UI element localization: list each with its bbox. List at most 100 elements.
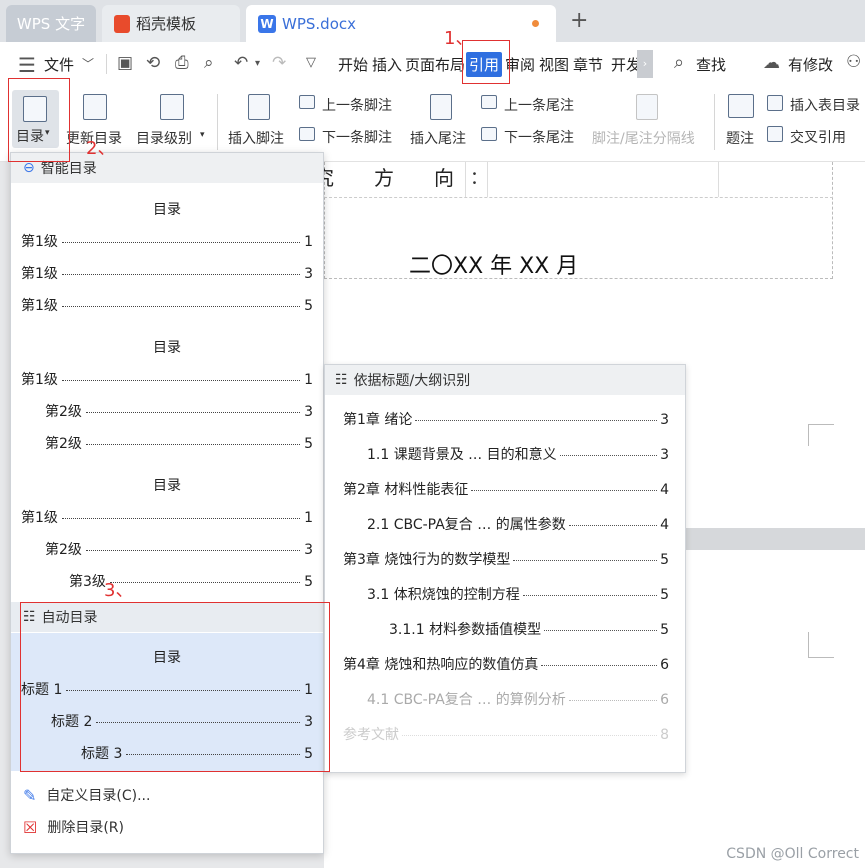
preview-row: 第1章 绪论 3 [343,412,669,428]
preview-row: 4.1 CBC-PA复合 … 的算例分析 6 [367,692,669,708]
margin-corner-mark [808,632,834,658]
prev-endnote-button[interactable]: 上一条尾注 [504,95,574,115]
preview-row: 第2章 材料性能表征 4 [343,482,669,498]
menu-row: ☰ 文件 ﹀ ▣ ⟲ ⎙ ⌕ ↶ ▾ ↷ ▽ 开始 插入 页面布局 引用 审阅 … [0,42,865,86]
smart-toc-icon: ⊖ [23,160,35,176]
more-chevron-icon[interactable]: ▽ [306,55,316,70]
annotation-step-2: 2、 [86,138,116,159]
footnote-separator-button[interactable]: 脚注/尾注分隔线 [592,128,695,148]
toc-row: 第1级 3 [21,266,313,282]
preview-row: 2.1 CBC-PA复合 … 的属性参数 4 [367,517,669,533]
insert-endnote-button[interactable]: 插入尾注 [410,128,466,148]
chevron-down-icon: ▾ [200,130,205,140]
delete-icon: ☒ [23,817,38,837]
update-toc-icon [83,94,107,120]
annotation-box-auto-toc [20,602,330,772]
search-icon[interactable]: ⌕ [674,52,684,73]
daoke-logo-icon [114,14,130,33]
toc-row: 第2级 3 [45,542,313,558]
tab-document[interactable]: W WPS.docx [246,5,556,42]
insert-table-toc-button[interactable]: 插入表目录 [790,95,860,115]
menu-developer[interactable]: 开发 [611,54,637,75]
watermark: CSDN @Oll Correct [726,846,859,862]
menu-item-label: 删除目录(R) [47,820,124,836]
tab-label: WPS.docx [282,14,356,33]
print-icon[interactable]: ⎙ [175,53,189,73]
cross-ref-button[interactable]: 交叉引用 [790,127,846,147]
toc-style-1[interactable]: 目录 第1级 1 第1级 3 第1级 5 [11,185,323,319]
menu-start[interactable]: 开始 [338,54,368,75]
preview-row: 3.1 体积烧蚀的控制方程 5 [367,587,669,603]
table-row-line [324,197,833,198]
document-date: 二〇XX 年 XX 月 [409,254,579,279]
prev-endnote-icon [481,95,497,109]
chevron-down-icon[interactable]: ﹀ [82,55,94,72]
outline-icon: ☷ [335,372,348,388]
reference-ribbon: 目录 ▾ 更新目录 目录级别 ▾ 插入脚注 上一条脚注 下一条脚注 插入尾注 上… [0,86,865,162]
menu-file[interactable]: 文件 [44,54,74,75]
tab-template[interactable]: 稻壳模板 [102,5,240,42]
tab-label: 稻壳模板 [136,15,197,33]
toc-level-button[interactable]: 目录级别 [136,128,192,148]
table-cell-line [718,162,719,197]
toc-row: 第2级 5 [45,436,313,452]
new-tab-plus-icon[interactable]: + [570,8,588,33]
custom-toc-item[interactable]: ✎ 自定义目录(C)... [11,779,323,811]
modified-status[interactable]: 有修改 [788,54,833,75]
next-footnote-icon [299,127,315,141]
preview-row: 1.1 课题背景及 … 目的和意义 3 [367,447,669,463]
print-preview-icon[interactable]: ⌕ [204,53,214,73]
output-icon[interactable]: ⟲ [146,53,160,73]
preview-row: 第4章 烧蚀和热响应的数值仿真 6 [343,657,669,673]
next-footnote-button[interactable]: 下一条脚注 [322,127,392,147]
caption-button[interactable]: 题注 [726,128,754,148]
tab-wps-writer[interactable]: WPS 文字 [6,5,96,42]
undo-icon[interactable]: ↶ [234,53,248,73]
scroll-right-icon[interactable]: › [637,50,653,78]
save-icon[interactable]: ▣ [117,53,133,73]
preview-row: 参考文献 8 [343,727,669,743]
toc-preview-title: 目录 [153,202,181,218]
divider [217,94,218,150]
toc-row: 第1级 1 [21,510,313,526]
insert-endnote-icon [430,94,452,120]
colon: ： [470,168,488,189]
direction-label: 究 方 向 [314,166,454,190]
menu-item-label: 自定义目录(C)... [46,788,151,804]
prev-footnote-button[interactable]: 上一条脚注 [322,95,392,115]
insert-footnote-button[interactable]: 插入脚注 [228,128,284,148]
menu-view[interactable]: 视图 [539,54,569,75]
delete-toc-item[interactable]: ☒ 删除目录(R) [11,811,323,843]
annotation-step-1: 1、 [444,28,474,49]
toc-row: 第1级 1 [21,234,313,250]
preview-row: 3.1.1 材料参数插值模型 5 [389,622,669,638]
wps-doc-icon: W [258,14,276,33]
toc-style-2[interactable]: 目录 第1级 1 第2级 3 第2级 5 [11,323,323,457]
toc-preview-title: 目录 [153,478,181,494]
next-endnote-button[interactable]: 下一条尾注 [504,127,574,147]
preview-row: 第3章 烧蚀行为的数学模型 5 [343,552,669,568]
annotation-step-3: 3、 [104,580,134,601]
divider [106,54,107,74]
menu-layout[interactable]: 页面布局 [405,54,465,75]
cloud-icon[interactable]: ☁ [763,53,780,73]
next-endnote-icon [481,127,497,141]
toc-preview-title: 目录 [153,340,181,356]
redo-icon[interactable]: ↷ [272,53,286,73]
smart-toc-preview: ☷ 依据标题/大纲识别 第1章 绪论 3 1.1 课题背景及 … 目的和意义 3 第2… [324,364,686,773]
search-label[interactable]: 查找 [696,54,726,75]
preview-header-label: 依据标题/大纲识别 [353,373,471,389]
toc-row: 第1级 5 [21,298,313,314]
edit-icon: ✎ [23,785,37,805]
add-user-icon[interactable]: ⚇ [846,52,861,72]
menu-insert[interactable]: 插入 [372,54,402,75]
divider [714,94,715,150]
menu-chapter[interactable]: 章节 [573,54,603,75]
hamburger-icon[interactable]: ☰ [18,53,36,77]
prev-footnote-icon [299,95,315,109]
unsaved-dot-icon [532,20,539,27]
undo-dropdown-icon[interactable]: ▾ [255,58,260,69]
toc-level-icon [160,94,184,120]
toc-style-3[interactable]: 目录 第1级 1 第2级 3 第3级 5 [11,461,323,595]
insert-footnote-icon [248,94,270,120]
